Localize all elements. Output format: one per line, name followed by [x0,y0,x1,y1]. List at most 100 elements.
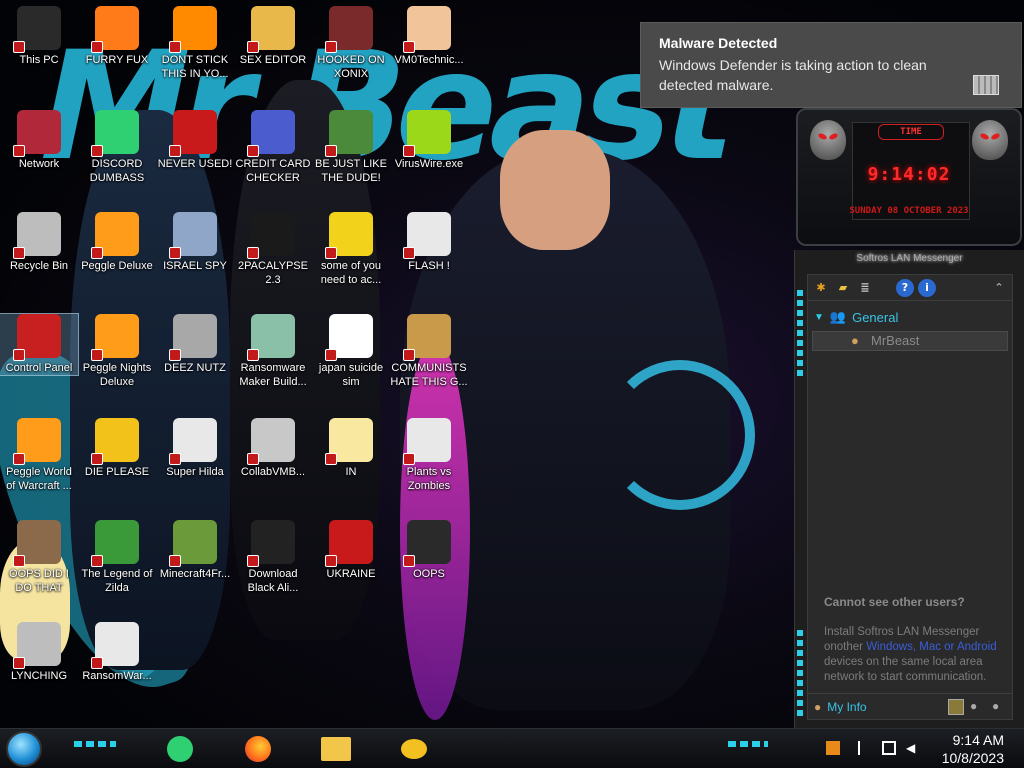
desktop-icon-label: Control Panel [5,362,73,374]
desktop-icon[interactable]: Download Black Ali... [234,520,312,595]
desktop-icon-label: Ransomware Maker Build... [239,362,307,388]
desktop-icon-label: Plants vs Zombies [406,466,452,492]
desktop-icon[interactable]: Peggle World of Warcraft ... [0,418,78,493]
folder-icon[interactable]: ▰ [834,279,852,297]
desktop-icon[interactable]: LYNCHING [0,622,78,683]
peggle-wow-icon [13,418,61,465]
help-icon[interactable]: ? [896,278,914,297]
taskbar-discord-button[interactable] [154,732,206,766]
desktop-icon[interactable]: CollabVMB... [234,418,312,479]
desktop-icon-label: IN [345,466,357,478]
desktop-icon-label: SEX EDITOR [239,54,307,66]
alienware-clock-gadget[interactable]: TIME 9:14:02 SUNDAY 08 OCTOBER 2023 [796,108,1022,246]
contact-item[interactable]: ● MrBeast [812,331,1008,351]
desktop-icon[interactable]: This PC [0,6,78,67]
start-orb-button[interactable] [6,731,42,767]
desktop-icon[interactable]: Peggle Nights Deluxe [78,314,156,389]
malware-notification-toast[interactable]: Malware Detected Windows Defender is tak… [640,22,1022,108]
taskbar-time: 9:14 AM [952,732,1004,748]
desktop-icon[interactable]: OOPS DID I DO THAT [0,520,78,595]
firefox-icon [245,736,271,762]
power-icon[interactable] [826,741,840,755]
status-available-icon[interactable] [948,698,964,715]
chevron-down-icon: ▼ [814,311,824,323]
desktop-icon[interactable]: Peggle Deluxe [78,212,156,273]
taskbar-firefox-button[interactable] [232,732,284,766]
peggle-icon [91,212,139,259]
taskbar-accent-lights [728,741,768,747]
chat-bubble-icon [401,739,427,759]
desktop-icon[interactable]: DONT STICK THIS IN YO... [156,6,234,81]
shortcut-badge-icon [403,555,415,567]
desktop-icon[interactable]: NEVER USED! [156,110,234,171]
desktop-icon[interactable]: OOPS [390,520,468,581]
desktop-icon[interactable]: VM0Technic... [390,6,468,67]
desktop-icon[interactable]: Minecraft4Fr... [156,520,234,581]
my-info-icon[interactable]: ● [814,700,821,714]
desktop-icon-label: DISCORD DUMBASS [89,158,145,184]
flag-icon[interactable] [858,741,872,755]
desktop-icon[interactable]: BE JUST LIKE THE DUDE! [312,110,390,185]
noose-icon [13,622,61,669]
desktop-icon[interactable]: COMMUNISTS HATE THIS G... [390,314,468,389]
desktop-icon[interactable]: 2PACALYPSE 2.3 [234,212,312,287]
desktop-icon[interactable]: Plants vs Zombies [390,418,468,493]
desktop-icon[interactable]: SEX EDITOR [234,6,312,67]
info-icon[interactable]: i [918,278,936,297]
gadget-date: SUNDAY 08 OCTOBER 2023 [849,206,969,216]
taskbar-clock[interactable]: 9:14 AM 10/8/2023 [942,731,1004,767]
desktop-icon[interactable]: VirusWire.exe [390,110,468,171]
desktop-icon[interactable]: ISRAEL SPY [156,212,234,273]
taskbar-messenger-button[interactable] [388,732,440,766]
book-icon [403,520,451,567]
desktop-icon[interactable]: UKRAINE [312,520,390,581]
chevron-up-icon[interactable]: ⌃ [990,279,1008,297]
desktop-icon[interactable]: Recycle Bin [0,212,78,273]
taskbar-explorer-button[interactable] [310,732,362,766]
status-offline-icon[interactable]: ● [992,699,1008,715]
shortcut-badge-icon [13,453,25,465]
status-away-icon[interactable]: ● [970,699,986,715]
desktop-icon-label: DIE PLEASE [84,466,150,478]
desktop-icon-label: This PC [19,54,59,66]
desktop-icon[interactable]: japan suicide sim [312,314,390,389]
shortcut-badge-icon [13,41,25,53]
desktop-icon[interactable]: The Legend of Zilda [78,520,156,595]
desktop-icon[interactable]: Super Hilda [156,418,234,479]
volume-icon[interactable]: ◀ [906,741,920,755]
network-icon[interactable] [882,741,896,755]
desktop-icon[interactable]: RansomWar... [78,622,156,683]
desktop-icon[interactable]: Network [0,110,78,171]
shortcut-badge-icon [169,349,181,361]
desktop-icon[interactable]: DEEZ NUTZ [156,314,234,375]
network-icon [13,110,61,157]
desktop-icon[interactable]: some of you need to ac... [312,212,390,287]
desktop-icon[interactable]: Ransomware Maker Build... [234,314,312,389]
radiation-icon [325,520,373,567]
history-icon[interactable]: ≣ [856,279,874,297]
desktop-icon[interactable]: DIE PLEASE [78,418,156,479]
desktop-icon-label: LYNCHING [10,670,68,682]
my-info-link[interactable]: My Info [827,700,866,714]
platforms-link[interactable]: Windows, Mac or Android [866,641,996,653]
desktop-icon-label: Super Hilda [166,466,224,478]
shortcut-badge-icon [13,145,25,157]
desktop-icon[interactable]: FURRY FUX [78,6,156,67]
settings-icon[interactable]: ✱ [812,279,830,297]
computer-icon [13,6,61,53]
desktop-icon[interactable]: HOOKED ON XONIX [312,6,390,81]
desktop-icon-label: OOPS [413,568,445,580]
toast-body: Windows Defender is taking action to cle… [659,57,927,93]
desktop-icon[interactable]: FLASH ! [390,212,468,273]
toast-title: Malware Detected [659,35,778,51]
shortcut-badge-icon [403,247,415,259]
contact-group-general[interactable]: ▼ 👥 General [814,309,898,325]
pixel-art-icon [169,418,217,465]
desktop-icon-label: ISRAEL SPY [163,260,227,272]
desktop-icon[interactable]: CREDIT CARD CHECKER [234,110,312,185]
desktop-icon[interactable]: IN [312,418,390,479]
desktop-icon[interactable]: Control Panel [0,313,79,376]
desktop-icon[interactable]: DISCORD DUMBASS [78,110,156,185]
lan-messenger-window[interactable]: Softros LAN Messenger ✱ ▰ ≣ ? i ⌃ ▼ 👥 Ge… [794,250,1024,728]
shortcut-badge-icon [13,657,25,669]
